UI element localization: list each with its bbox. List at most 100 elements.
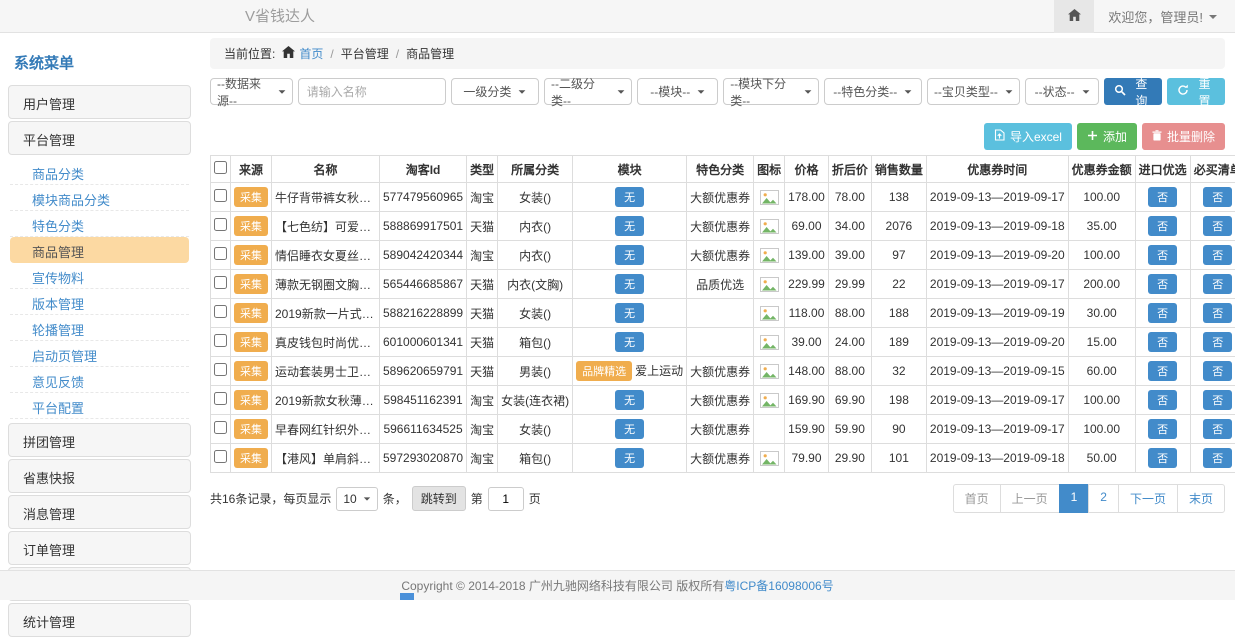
search-button[interactable]: 查询 (1104, 78, 1162, 105)
module-none-badge[interactable]: 无 (615, 419, 644, 439)
chevron-down-icon (278, 90, 285, 93)
row-checkbox[interactable] (214, 363, 227, 376)
bottom-widget-sliver[interactable] (400, 593, 414, 600)
must-buy-toggle[interactable]: 否 (1203, 448, 1232, 468)
sidebar-item-拼团管理[interactable]: 拼团管理 (8, 423, 191, 457)
source-badge: 采集 (234, 332, 268, 352)
sidebar-sublink-意见反馈[interactable]: 意见反馈 (10, 367, 189, 393)
must-buy-toggle[interactable]: 否 (1203, 274, 1232, 294)
sidebar-sublink-商品管理[interactable]: 商品管理 (10, 237, 189, 263)
row-checkbox[interactable] (214, 276, 227, 289)
module-none-badge[interactable]: 无 (615, 303, 644, 323)
import-pref-toggle[interactable]: 否 (1148, 274, 1177, 294)
taoke-id: 577479560965 (380, 183, 467, 212)
module-none-badge[interactable]: 无 (615, 332, 644, 352)
filter-select-2[interactable]: --二级分类-- (544, 78, 632, 105)
coupon-time: 2019-09-13—2019-09-18 (926, 444, 1068, 473)
filter-select-6[interactable]: --宝贝类型-- (927, 78, 1021, 105)
discount-price: 29.99 (828, 270, 871, 299)
sidebar-sublink-版本管理[interactable]: 版本管理 (10, 289, 189, 315)
row-checkbox[interactable] (214, 247, 227, 260)
import-pref-toggle[interactable]: 否 (1148, 216, 1177, 236)
filter-select-5[interactable]: --特色分类-- (824, 78, 922, 105)
sidebar-item-用户管理[interactable]: 用户管理 (8, 85, 191, 119)
filter-select-0[interactable]: --数据来源-- (210, 78, 293, 105)
must-buy-toggle[interactable]: 否 (1203, 332, 1232, 352)
import-pref-toggle[interactable]: 否 (1148, 448, 1177, 468)
page-button-上一页[interactable]: 上一页 (1000, 484, 1060, 513)
sidebar-sublink-轮播管理[interactable]: 轮播管理 (10, 315, 189, 341)
batch-delete-button[interactable]: 批量删除 (1142, 123, 1225, 150)
filter-select-label: --宝贝类型-- (934, 83, 998, 100)
must-buy-toggle[interactable]: 否 (1203, 390, 1232, 410)
sidebar-sublink-特色分类[interactable]: 特色分类 (10, 211, 189, 237)
filter-select-4[interactable]: --模块下分类-- (723, 78, 819, 105)
sidebar-item-消息管理[interactable]: 消息管理 (8, 495, 191, 529)
import-pref-toggle[interactable]: 否 (1148, 245, 1177, 265)
module-none-badge[interactable]: 无 (615, 187, 644, 207)
page-button-下一页[interactable]: 下一页 (1118, 484, 1178, 513)
chevron-down-icon (364, 497, 370, 500)
page-button-2[interactable]: 2 (1088, 484, 1119, 513)
sidebar: 系统菜单 用户管理平台管理商品分类模块商品分类特色分类商品管理宣传物料版本管理轮… (8, 38, 191, 639)
import-pref-toggle[interactable]: 否 (1148, 303, 1177, 323)
chevron-down-icon (1209, 15, 1217, 19)
jump-button[interactable]: 跳转到 (412, 486, 466, 511)
row-checkbox[interactable] (214, 392, 227, 405)
search-name-input[interactable] (298, 78, 446, 105)
sidebar-sublink-模块商品分类[interactable]: 模块商品分类 (10, 185, 189, 211)
module-none-badge[interactable]: 无 (615, 448, 644, 468)
sidebar-sublink-商品分类[interactable]: 商品分类 (10, 159, 189, 185)
filter-select-3[interactable]: --模块-- (637, 78, 718, 105)
select-all-checkbox[interactable] (214, 161, 227, 174)
breadcrumb-home-link[interactable]: 首页 (282, 45, 323, 62)
user-menu[interactable]: 欢迎您，管理员! (1094, 7, 1235, 26)
page-button-1[interactable]: 1 (1059, 484, 1090, 513)
page-button-末页[interactable]: 末页 (1177, 484, 1225, 513)
module-none-badge[interactable]: 无 (615, 390, 644, 410)
import-pref-toggle[interactable]: 否 (1148, 187, 1177, 207)
row-checkbox[interactable] (214, 421, 227, 434)
import-pref-toggle[interactable]: 否 (1148, 361, 1177, 381)
must-buy-toggle[interactable]: 否 (1203, 419, 1232, 439)
sidebar-item-省惠快报[interactable]: 省惠快报 (8, 459, 191, 493)
row-checkbox[interactable] (214, 305, 227, 318)
row-checkbox[interactable] (214, 450, 227, 463)
sidebar-item-统计管理[interactable]: 统计管理 (8, 603, 191, 637)
sidebar-sublink-启动页管理[interactable]: 启动页管理 (10, 341, 189, 367)
sidebar-item-平台管理[interactable]: 平台管理 (8, 121, 191, 155)
filter-select-1[interactable]: 一级分类 (451, 78, 539, 105)
import-pref-toggle[interactable]: 否 (1148, 332, 1177, 352)
page-button-首页[interactable]: 首页 (953, 484, 1001, 513)
filter-select-7[interactable]: --状态-- (1025, 78, 1098, 105)
must-buy-toggle[interactable]: 否 (1203, 245, 1232, 265)
must-buy-toggle[interactable]: 否 (1203, 361, 1232, 381)
must-buy-toggle[interactable]: 否 (1203, 303, 1232, 323)
sidebar-sublink-平台配置[interactable]: 平台配置 (10, 393, 189, 419)
sales-count: 198 (871, 386, 926, 415)
row-checkbox[interactable] (214, 189, 227, 202)
jump-page-input[interactable] (488, 487, 524, 511)
breadcrumb-item: 商品管理 (406, 45, 454, 62)
add-button[interactable]: 添加 (1077, 123, 1137, 150)
import-pref-toggle[interactable]: 否 (1148, 419, 1177, 439)
product-type: 天猫 (467, 299, 498, 328)
sidebar-item-订单管理[interactable]: 订单管理 (8, 531, 191, 565)
row-checkbox[interactable] (214, 334, 227, 347)
reset-button[interactable]: 重置 (1167, 78, 1225, 105)
must-buy-toggle[interactable]: 否 (1203, 216, 1232, 236)
module-none-badge[interactable]: 无 (615, 216, 644, 236)
per-page-select[interactable]: 10 (336, 487, 377, 511)
sidebar-sublink-宣传物料[interactable]: 宣传物料 (10, 263, 189, 289)
import-pref-toggle[interactable]: 否 (1148, 390, 1177, 410)
must-buy-toggle[interactable]: 否 (1203, 187, 1232, 207)
module-none-badge[interactable]: 无 (615, 245, 644, 265)
home-button[interactable] (1054, 0, 1094, 33)
import-excel-button[interactable]: 导入excel (984, 123, 1072, 150)
filter-select-label: --特色分类-- (833, 83, 897, 100)
module-none-badge[interactable]: 无 (615, 274, 644, 294)
icp-link[interactable]: 粤ICP备16098006号 (724, 577, 833, 594)
row-checkbox[interactable] (214, 218, 227, 231)
breadcrumb-item: 平台管理 (341, 45, 389, 62)
main-content: 当前位置: 首页 / 平台管理 / 商品管理 --数据来源--一级分类--二级分… (210, 38, 1225, 513)
